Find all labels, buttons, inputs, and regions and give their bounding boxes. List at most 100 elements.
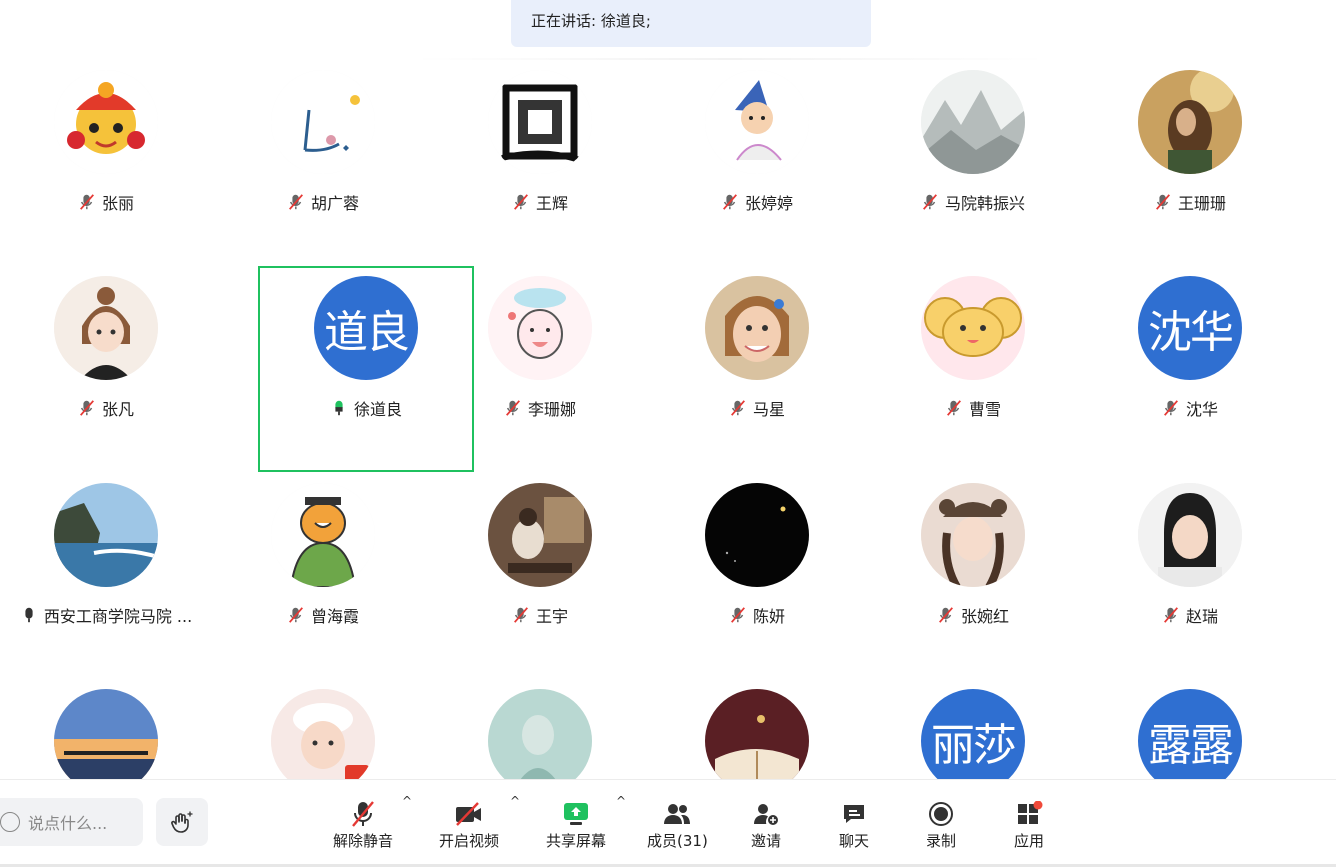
avatar: 沈华 [1138, 276, 1242, 380]
apps-label: 应用 [1014, 832, 1045, 850]
members-icon [664, 804, 691, 824]
avatar: 道良 [314, 276, 418, 380]
participant-name: 徐道良 [353, 400, 402, 419]
participant-name: 马星 [752, 400, 785, 419]
members-button[interactable]: 成员(31) [647, 800, 708, 851]
unmute-button[interactable]: 解除静音 [333, 800, 393, 851]
room-photo-avatar [488, 483, 592, 587]
participant-tile[interactable]: 张凡 [0, 266, 214, 472]
share-screen-icon [564, 803, 588, 825]
participant-tile[interactable] [432, 679, 648, 780]
participant-name-row: 西安工商学院马院 ... [0, 603, 214, 627]
avatar [271, 483, 375, 587]
participant-name-row: 张凡 [0, 396, 214, 420]
participant-name-row: 陈妍 [649, 603, 865, 627]
video-options-chevron-icon[interactable]: ^ [510, 794, 520, 808]
participant-tile[interactable]: 马院韩振兴 [865, 60, 1081, 266]
avatar [488, 689, 592, 780]
cartoon-kid-avatar [705, 70, 809, 174]
participant-name-row: 曾海霞 [215, 603, 431, 627]
unmute-label: 解除静音 [333, 832, 394, 850]
participant-name: 曾海霞 [310, 607, 359, 626]
mic-muted-icon [939, 607, 953, 623]
mic-muted-icon [289, 607, 303, 623]
share-screen-button[interactable]: 共享屏幕 [546, 800, 606, 851]
invite-label: 邀请 [751, 832, 782, 850]
dark-sky-avatar [705, 483, 809, 587]
participant-tile[interactable]: 曾海霞 [215, 473, 431, 679]
avatar [54, 276, 158, 380]
participant-tile[interactable]: 露露 [1082, 679, 1298, 780]
mic-muted-icon [514, 607, 528, 623]
avatar [921, 276, 1025, 380]
apps-button[interactable]: 应用 [1014, 800, 1044, 851]
participant-name-row: 张婉红 [865, 603, 1081, 627]
mic-muted-icon [514, 194, 528, 210]
ink-landscape-avatar [921, 70, 1025, 174]
participant-tile[interactable]: 曹雪 [865, 266, 1081, 472]
book-photo-avatar [705, 689, 809, 780]
participant-tile[interactable]: 胡广蓉 [215, 60, 431, 266]
participant-tile[interactable] [649, 679, 865, 780]
participant-name: 张凡 [101, 400, 134, 419]
photo-avatar [1138, 70, 1242, 174]
girl-hat-photo-avatar [921, 483, 1025, 587]
participant-tile[interactable]: 张婉红 [865, 473, 1081, 679]
participant-name: 张丽 [101, 194, 134, 213]
mic-muted-icon [352, 801, 374, 827]
participant-tile[interactable]: 王宇 [432, 473, 648, 679]
participant-tile[interactable]: 西安工商学院马院 ... [0, 473, 214, 679]
sunset-pier-avatar [54, 689, 158, 780]
participant-name-row: 王辉 [432, 190, 648, 214]
invite-button[interactable]: 邀请 [751, 800, 781, 851]
mic-on-icon [25, 607, 33, 623]
apps-grid-icon [1018, 801, 1043, 824]
record-label: 录制 [926, 832, 957, 850]
hand-icon [171, 811, 193, 833]
share-options-chevron-icon[interactable]: ^ [616, 794, 626, 808]
avatar [488, 276, 592, 380]
participant-tile[interactable]: 王珊珊 [1082, 60, 1298, 266]
record-button[interactable]: 录制 [926, 800, 956, 851]
cartoon-girl-avatar [54, 276, 158, 380]
avatar [705, 276, 809, 380]
share-screen-label: 共享屏幕 [546, 832, 607, 850]
avatar [54, 483, 158, 587]
participant-tile[interactable]: 赵瑞 [1082, 473, 1298, 679]
participant-tile[interactable]: 马星 [649, 266, 865, 472]
participant-tile[interactable]: 张丽 [0, 60, 214, 266]
chat-placeholder: 说点什么... [28, 814, 108, 833]
chat-button[interactable]: 聊天 [839, 800, 869, 851]
participant-tile[interactable]: 丽莎 [865, 679, 1081, 780]
participant-tile[interactable]: 沈华 沈华 [1082, 266, 1298, 472]
participant-name-row: 沈华 [1082, 396, 1298, 420]
participant-tile[interactable]: 陈妍 [649, 473, 865, 679]
mic-muted-icon [947, 400, 961, 416]
start-video-button[interactable]: 开启视频 [439, 800, 499, 851]
participant-name-row: 李珊娜 [432, 396, 648, 420]
audio-options-chevron-icon[interactable]: ^ [402, 794, 412, 808]
participant-name-row: 曹雪 [865, 396, 1081, 420]
participant-name-row: 赵瑞 [1082, 603, 1298, 627]
calligraphy-avatar [488, 70, 592, 174]
participant-name: 张婉红 [960, 607, 1009, 626]
participant-name: 王辉 [535, 194, 568, 213]
speaking-text: 正在讲话: 徐道良; [531, 12, 651, 30]
mic-muted-icon [731, 607, 745, 623]
participant-tile[interactable] [0, 679, 214, 780]
participant-name: 沈华 [1185, 400, 1218, 419]
participant-tile[interactable] [215, 679, 431, 780]
participant-name-row: 王宇 [432, 603, 648, 627]
participant-tile[interactable]: 李珊娜 [432, 266, 648, 472]
avatar [705, 483, 809, 587]
participant-tile[interactable]: 张婷婷 [649, 60, 865, 266]
invite-user-icon [754, 804, 778, 825]
mic-muted-icon [1156, 194, 1170, 210]
chat-input[interactable]: 说点什么... [0, 798, 143, 846]
participant-tile[interactable]: 王辉 [432, 60, 648, 266]
raise-hand-button[interactable] [156, 798, 208, 846]
avatar-text: 道良 [324, 307, 410, 358]
chat-bubble-icon [0, 812, 20, 832]
child-photo-avatar [705, 276, 809, 380]
avatar [1138, 70, 1242, 174]
